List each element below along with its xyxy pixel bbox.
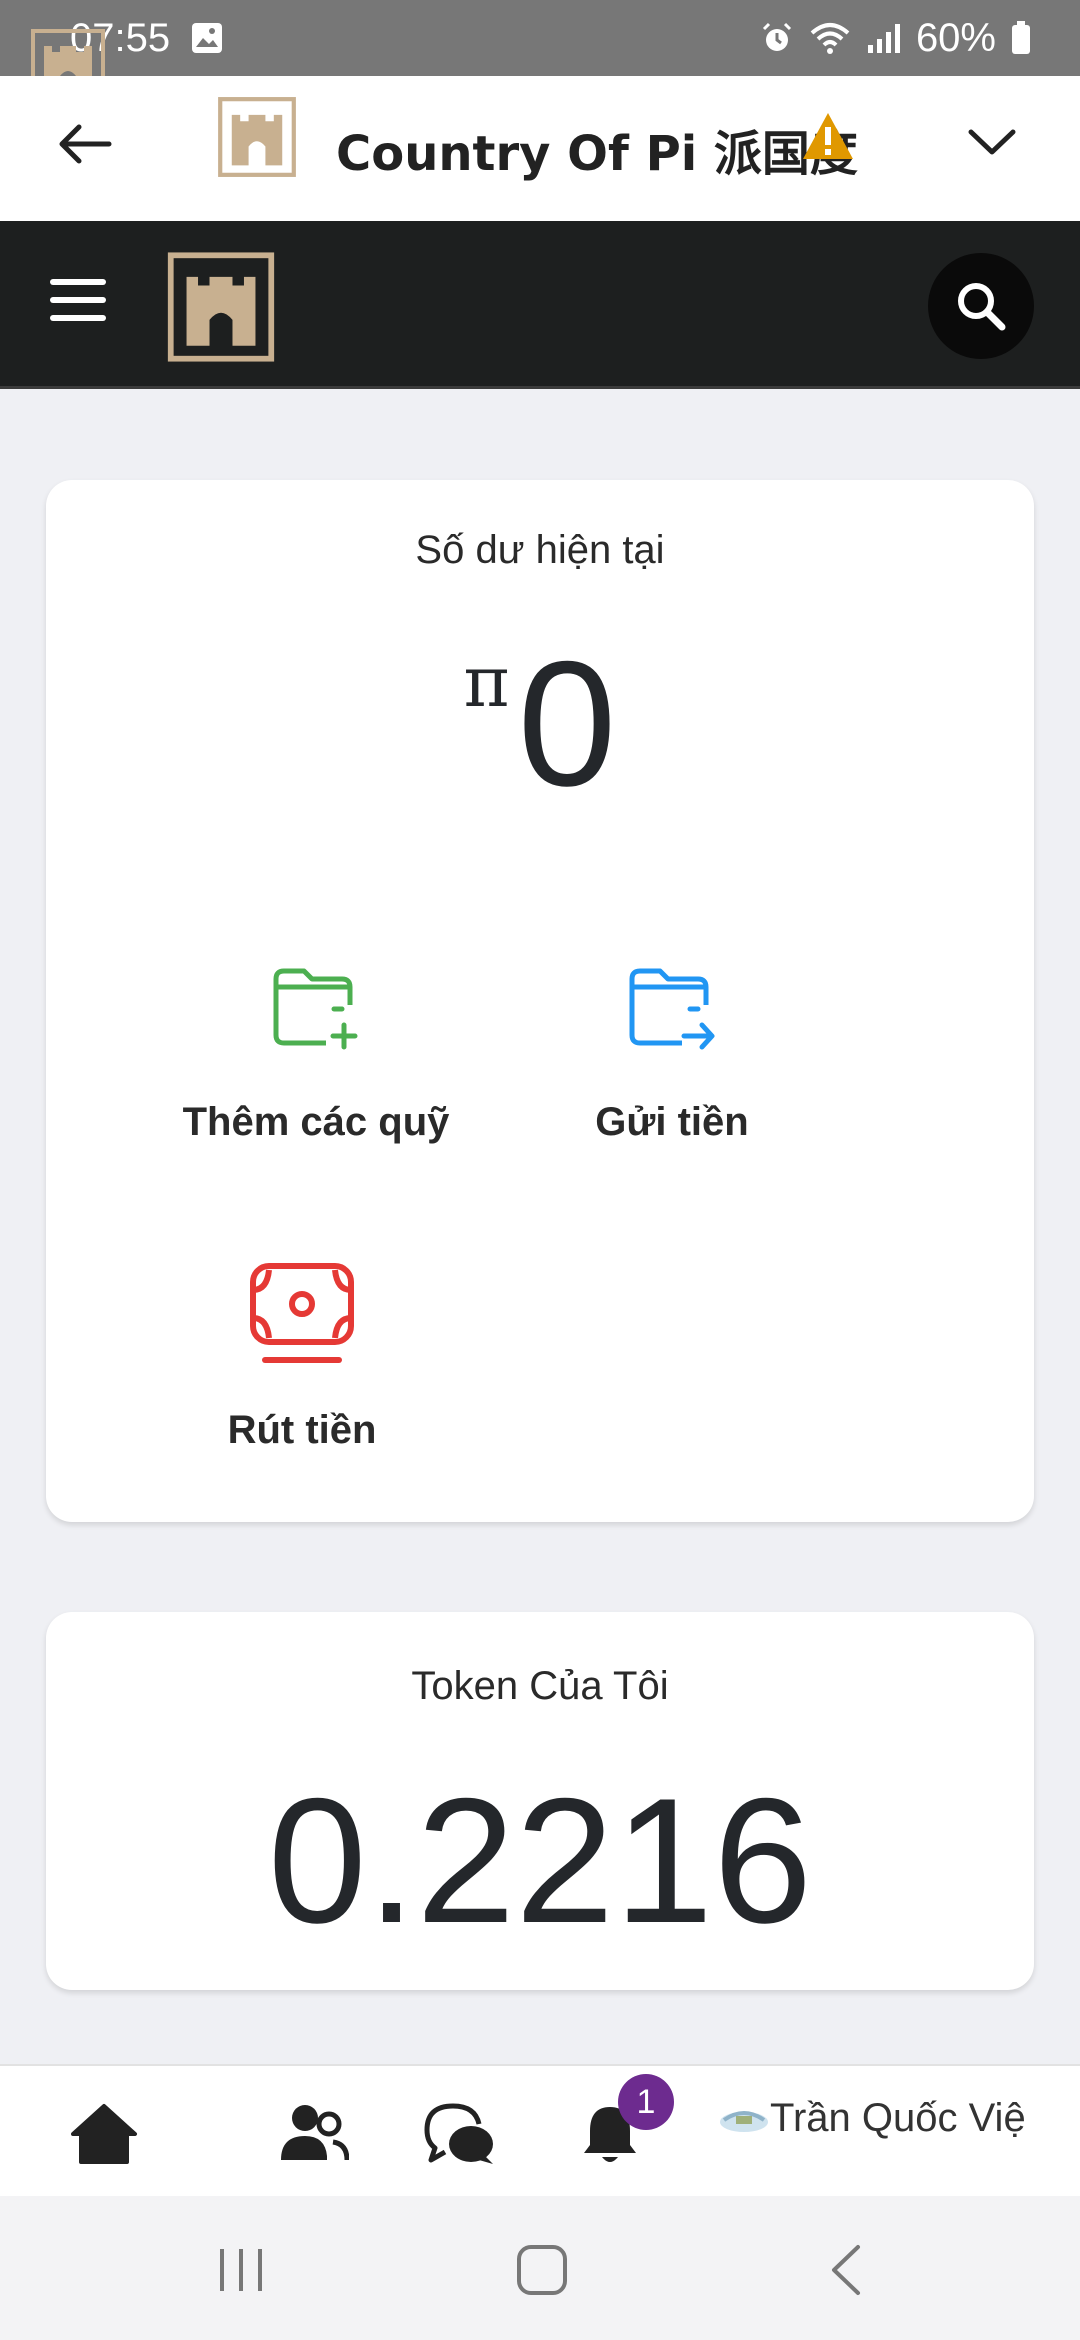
screen: 07:55 60% Country Of Pi 派国度 Số dư hiện t… bbox=[0, 0, 1080, 2340]
status-right: 60% bbox=[760, 16, 1032, 61]
send-money-label: Gửi tiền bbox=[595, 1100, 749, 1144]
user-name: Trần Quốc Việ bbox=[770, 2096, 1026, 2140]
app-title: Country Of Pi 派国度 bbox=[336, 126, 858, 182]
pi-currency-symbol: π bbox=[463, 641, 510, 723]
chevron-down-button[interactable] bbox=[962, 112, 1022, 172]
send-money-button[interactable]: Gửi tiền bbox=[492, 952, 852, 1145]
battery-icon bbox=[1010, 20, 1032, 56]
wallet-send-icon bbox=[617, 952, 727, 1062]
site-logo-icon[interactable] bbox=[164, 251, 278, 363]
token-value: 0.2216 bbox=[267, 1761, 813, 1960]
balance-card: Số dư hiện tại π0 Thêm các quỹ Gửi tiền … bbox=[46, 480, 1034, 1522]
wifi-icon bbox=[808, 21, 852, 55]
balance-title: Số dư hiện tại bbox=[415, 528, 665, 572]
balance-amount: π0 bbox=[46, 635, 1034, 813]
image-icon bbox=[190, 21, 224, 55]
back-arrow-icon bbox=[59, 124, 112, 164]
chevron-down-icon bbox=[968, 129, 1016, 155]
battery-percentage: 60% bbox=[915, 15, 996, 60]
system-home-icon[interactable] bbox=[507, 2240, 577, 2300]
withdraw-button[interactable]: Rút tiền bbox=[122, 1260, 482, 1453]
cash-withdraw-icon bbox=[247, 1260, 357, 1370]
token-title: Token Của Tôi bbox=[411, 1664, 669, 1708]
balance-value: 0 bbox=[517, 624, 617, 823]
status-bar: 07:55 60% bbox=[0, 0, 1080, 76]
add-funds-button[interactable]: Thêm các quỹ bbox=[136, 952, 496, 1145]
withdraw-label: Rút tiền bbox=[227, 1408, 377, 1452]
search-icon bbox=[958, 283, 1006, 331]
app-bar: Country Of Pi 派国度 bbox=[0, 76, 1080, 221]
wallet-add-icon bbox=[261, 952, 371, 1062]
chat-icon[interactable] bbox=[420, 2094, 500, 2174]
system-back-icon[interactable] bbox=[811, 2240, 881, 2300]
token-card: Token Của Tôi 0.2216 bbox=[46, 1612, 1034, 1990]
alarm-icon bbox=[760, 21, 794, 55]
friends-icon[interactable] bbox=[274, 2094, 354, 2174]
notification-badge: 1 bbox=[618, 2074, 674, 2130]
add-funds-label: Thêm các quỹ bbox=[182, 1100, 450, 1144]
system-nav bbox=[0, 2196, 1080, 2340]
hamburger-menu-icon[interactable] bbox=[50, 279, 112, 331]
user-avatar-icon bbox=[720, 2110, 768, 2132]
site-header bbox=[0, 221, 1080, 389]
app-logo-icon bbox=[216, 96, 298, 178]
search-button[interactable] bbox=[928, 253, 1034, 359]
warning-icon[interactable] bbox=[800, 110, 856, 162]
recents-icon[interactable] bbox=[206, 2240, 276, 2300]
back-button[interactable] bbox=[50, 114, 120, 174]
home-icon[interactable] bbox=[64, 2094, 144, 2174]
signal-icon bbox=[866, 21, 902, 55]
user-profile-link[interactable]: Trần Quốc Việ bbox=[718, 2096, 1080, 2141]
